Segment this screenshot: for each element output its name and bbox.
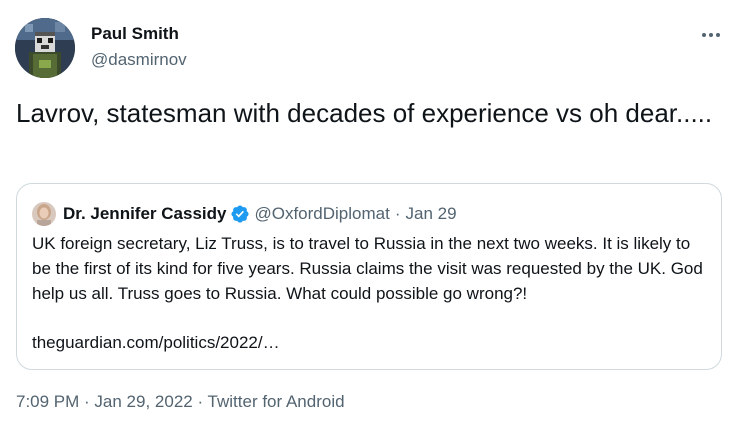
quoted-tweet-link[interactable]: theguardian.com/politics/2022/… [32,330,280,355]
quoted-author-name[interactable]: Dr. Jennifer Cassidy [63,204,226,224]
author-name[interactable]: Paul Smith [91,24,179,44]
tweet-date[interactable]: Jan 29, 2022 [94,392,192,411]
avatar-image [15,18,75,78]
quoted-separator: · [394,204,401,223]
more-options-button[interactable] [698,22,724,48]
quoted-tweet-text: UK foreign secretary, Liz Truss, is to t… [32,234,703,303]
verified-badge-icon [231,205,250,223]
quoted-author-handle[interactable]: @OxfordDiplomat [254,204,389,224]
tweet-time[interactable]: 7:09 PM [16,392,79,411]
meta-separator: · [192,392,208,411]
more-horizontal-icon [702,33,720,37]
tweet-metadata: 7:09 PM · Jan 29, 2022 · Twitter for And… [16,392,345,412]
meta-separator: · [79,392,95,411]
tweet-source[interactable]: Twitter for Android [208,392,345,411]
author-handle[interactable]: @dasmirnov [91,50,187,70]
quoted-avatar-image [32,202,56,226]
quoted-avatar [32,202,56,226]
avatar[interactable] [15,18,75,78]
quoted-tweet-header: Dr. Jennifer Cassidy @OxfordDiplomat · J… [32,202,457,226]
quoted-tweet[interactable]: Dr. Jennifer Cassidy @OxfordDiplomat · J… [16,183,722,370]
quoted-date[interactable]: Jan 29 [406,204,457,224]
tweet: Paul Smith @dasmirnov Lavrov, statesman … [0,0,737,424]
tweet-text: Lavrov, statesman with decades of experi… [16,98,713,128]
